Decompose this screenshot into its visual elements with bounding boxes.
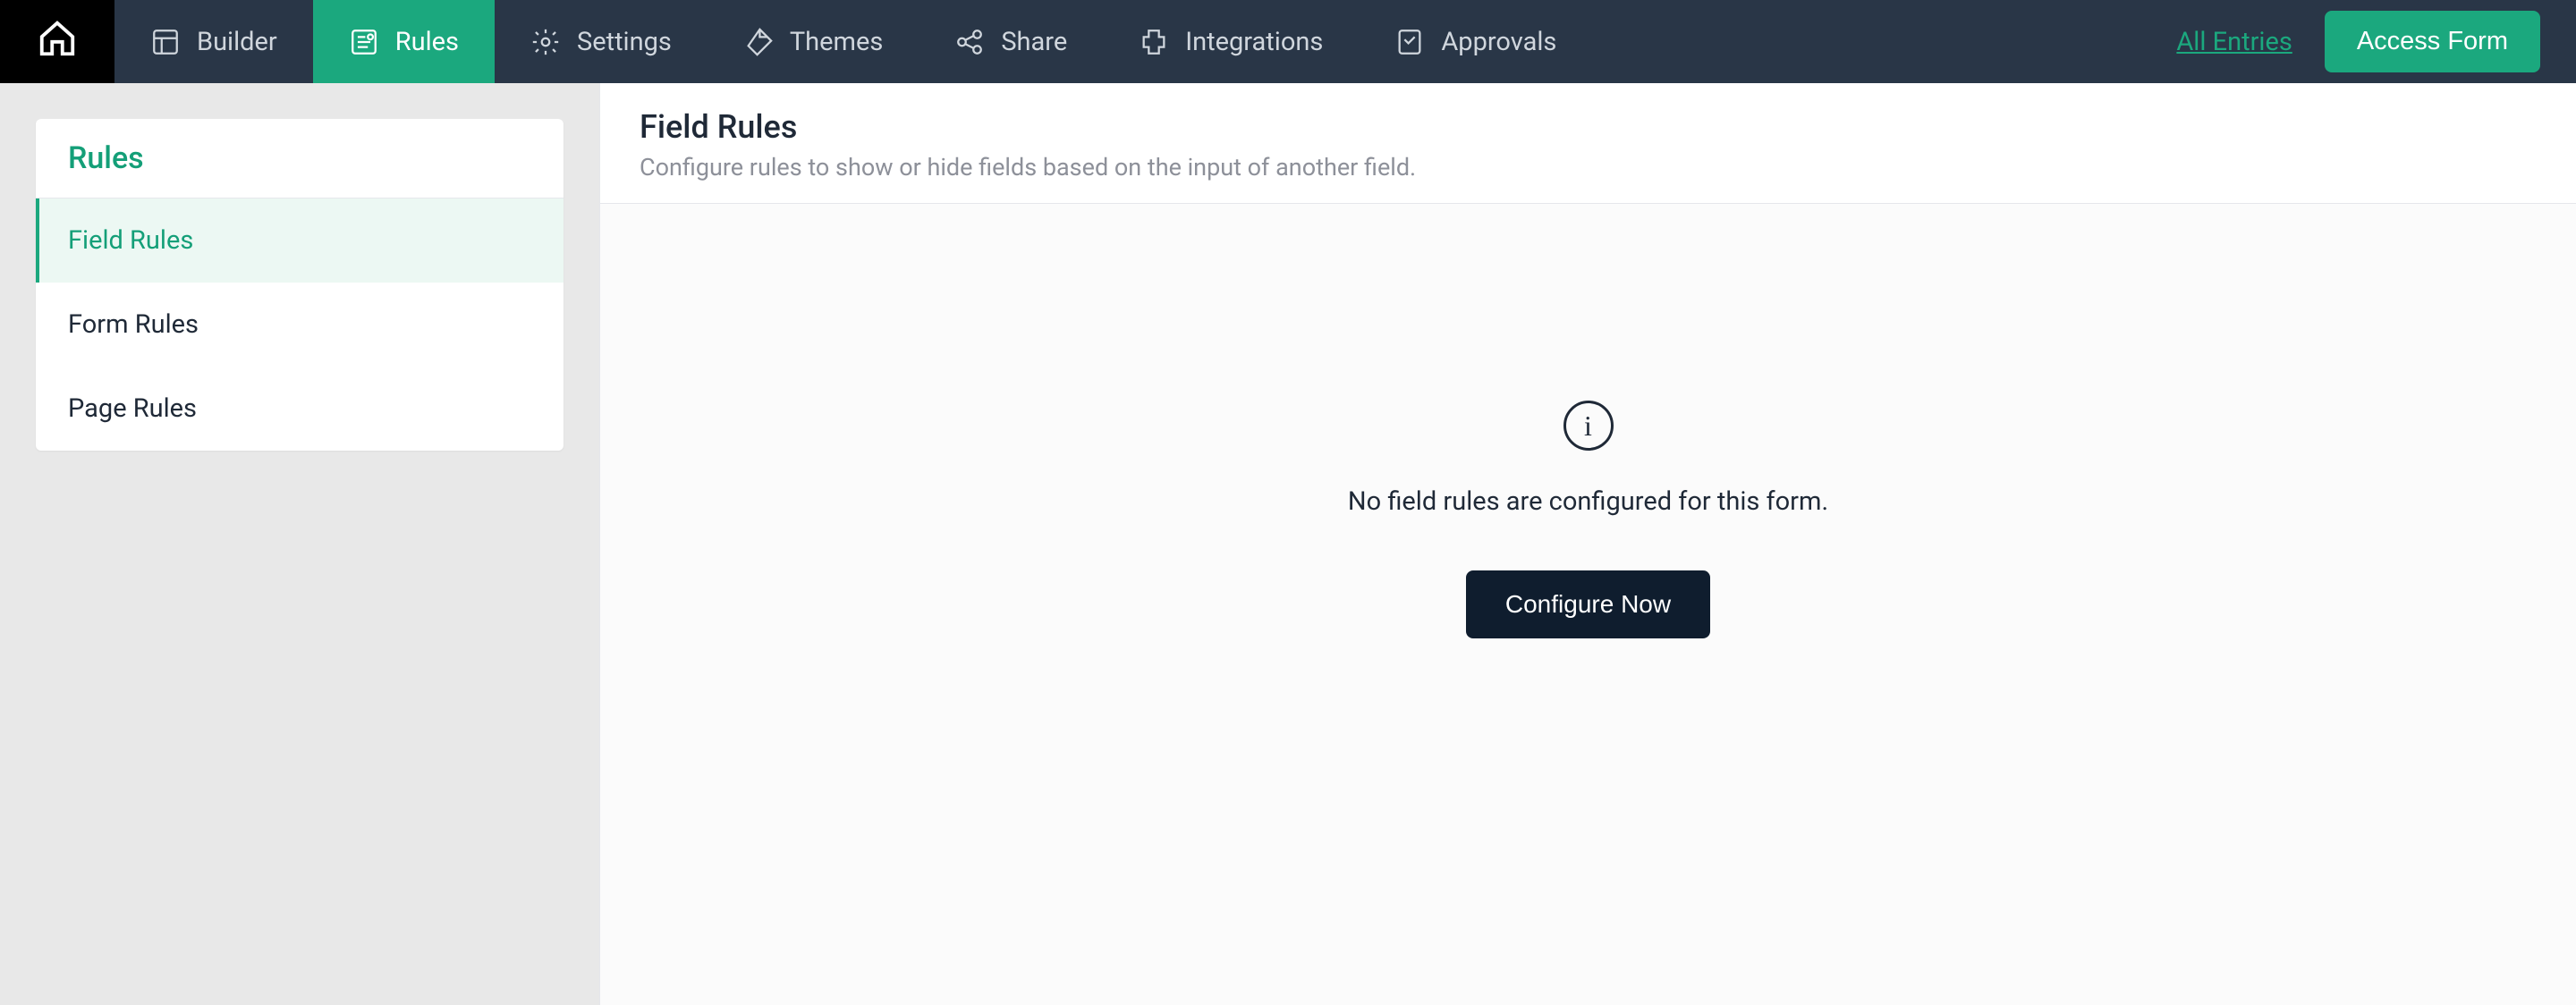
page-body: Rules Field Rules Form Rules Page Rules …: [0, 83, 2576, 1005]
share-icon: [954, 27, 985, 57]
nav-right: All Entries Access Form: [2176, 0, 2576, 83]
builder-icon: [150, 27, 181, 57]
tab-label: Themes: [790, 27, 883, 57]
tab-settings[interactable]: Settings: [495, 0, 708, 83]
sidebar-item-form-rules[interactable]: Form Rules: [36, 283, 564, 367]
info-icon: i: [1563, 401, 1614, 451]
top-navigation: Builder Rules Settings Themes Share: [0, 0, 2576, 83]
page-title: Field Rules: [640, 108, 2537, 146]
tab-share[interactable]: Share: [919, 0, 1103, 83]
empty-state-message: No field rules are configured for this f…: [1348, 486, 1828, 517]
tab-approvals[interactable]: Approvals: [1359, 0, 1592, 83]
sidebar-header[interactable]: Rules: [36, 119, 564, 198]
approvals-icon: [1394, 27, 1425, 57]
tab-label: Settings: [577, 27, 672, 57]
all-entries-link[interactable]: All Entries: [2176, 27, 2292, 57]
sidebar-item-label: Page Rules: [68, 393, 197, 424]
sidebar-item-page-rules[interactable]: Page Rules: [36, 367, 564, 451]
sidebar-item-field-rules[interactable]: Field Rules: [36, 198, 564, 283]
main-inner: Field Rules Configure rules to show or h…: [599, 83, 2576, 1005]
sidebar-item-label: Form Rules: [68, 309, 199, 340]
settings-icon: [530, 27, 561, 57]
tab-label: Share: [1001, 27, 1067, 57]
integrations-icon: [1139, 27, 1169, 57]
rules-icon: [349, 27, 379, 57]
sidebar: Rules Field Rules Form Rules Page Rules: [36, 119, 564, 451]
tab-integrations[interactable]: Integrations: [1103, 0, 1359, 83]
tab-label: Rules: [395, 27, 459, 57]
tab-rules[interactable]: Rules: [313, 0, 495, 83]
tab-label: Integrations: [1185, 27, 1323, 57]
tab-label: Approvals: [1441, 27, 1556, 57]
tab-themes[interactable]: Themes: [708, 0, 919, 83]
configure-now-button[interactable]: Configure Now: [1466, 570, 1710, 638]
home-button[interactable]: [0, 0, 114, 83]
sidebar-wrap: Rules Field Rules Form Rules Page Rules: [0, 83, 599, 1005]
themes-icon: [743, 27, 774, 57]
tab-label: Builder: [197, 27, 277, 57]
sidebar-item-label: Field Rules: [68, 225, 193, 256]
tab-builder[interactable]: Builder: [114, 0, 313, 83]
content-body: i No field rules are configured for this…: [600, 204, 2576, 1005]
main-content: Field Rules Configure rules to show or h…: [599, 83, 2576, 1005]
access-form-button[interactable]: Access Form: [2325, 11, 2540, 72]
content-header: Field Rules Configure rules to show or h…: [600, 83, 2576, 204]
nav-tabs: Builder Rules Settings Themes Share: [114, 0, 1592, 83]
page-description: Configure rules to show or hide fields b…: [640, 153, 2537, 182]
home-icon: [37, 18, 78, 66]
